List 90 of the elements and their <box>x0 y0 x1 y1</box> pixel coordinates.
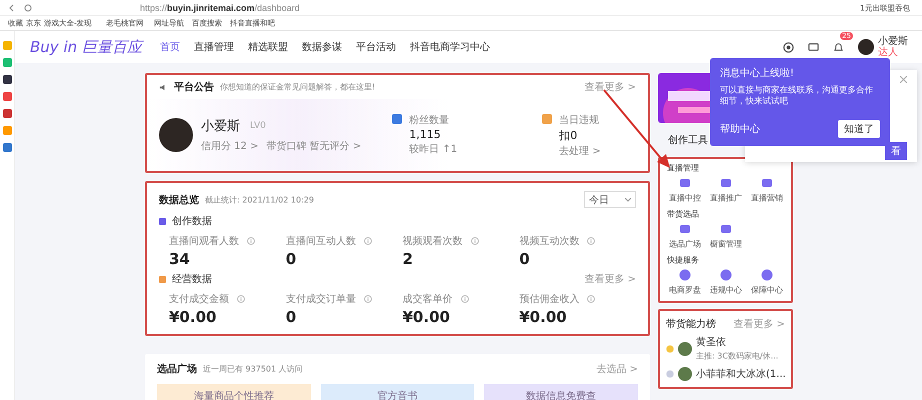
info-icon <box>237 295 245 303</box>
avatar <box>678 367 692 381</box>
updated-time: 截止统计: 2021/11/02 10:29 <box>205 194 314 206</box>
close-icon[interactable] <box>900 76 907 83</box>
section-title: 平台公告 <box>174 80 214 94</box>
metric-value: ¥0.00 <box>519 308 568 326</box>
chevron-icon <box>625 198 631 202</box>
nav-tab[interactable]: 精选联盟 <box>248 40 288 54</box>
info-icon <box>364 237 372 245</box>
avatar <box>678 342 692 356</box>
metric-value: 34 <box>169 250 191 268</box>
info-icon <box>470 237 478 245</box>
view-button[interactable]: 看 <box>885 142 907 160</box>
creator-name: 小菲菲和大冰冰(1... <box>696 368 786 381</box>
tool-icon <box>678 223 690 235</box>
bell-icon[interactable] <box>833 42 844 52</box>
tool-icon <box>720 269 732 281</box>
section-title: 数据总览 <box>159 194 199 206</box>
announcement-text: 你想知道的保证金常见问题解答，都在这里! <box>220 82 376 93</box>
metric-value: 0 <box>286 308 298 326</box>
metric-label: 视频互动次数 <box>519 234 580 248</box>
group-title: 创作数据 <box>172 215 212 228</box>
group-title: 快捷服务 <box>666 255 700 266</box>
info-icon <box>364 295 372 303</box>
tool-icon <box>678 177 690 189</box>
avatar <box>858 39 874 55</box>
popup-text: 可以直接与商家在线联系，沟通更多合作细节，快来试试吧 <box>720 85 874 108</box>
stat-value: 1,115 <box>409 128 442 140</box>
tool-icon <box>678 269 690 281</box>
tool-icon <box>760 269 772 281</box>
nav-tab[interactable]: 抖音电商学习中心 <box>410 40 490 54</box>
tool-link[interactable]: 橱窗管理 <box>710 238 742 250</box>
info-icon <box>247 237 255 245</box>
info-icon <box>587 237 596 245</box>
group-title: 带货选品 <box>666 209 700 220</box>
got-it-button[interactable]: 知道了 <box>838 120 880 138</box>
message-icon[interactable] <box>808 42 819 52</box>
popup-title: 消息中心上线啦! <box>720 66 796 80</box>
tool-link[interactable]: 保障中心 <box>750 284 782 296</box>
metric-value: 0 <box>286 250 298 268</box>
tool-link[interactable]: 违规中心 <box>710 284 742 296</box>
nav-tab[interactable]: 直播管理 <box>194 40 234 54</box>
metric-label: 支付成交订单量 <box>286 292 356 306</box>
logo: Buy in 巨量百应 <box>30 38 145 56</box>
metric-label: 支付成交金额 <box>169 292 229 306</box>
nav-tab[interactable]: 首页 <box>160 40 180 54</box>
stat-value: 扣0 <box>559 128 578 142</box>
nav-tab[interactable]: 平台活动 <box>356 40 396 54</box>
visit-count: 近一周已有 937501 人访问 <box>203 364 303 375</box>
user-name: 小爱斯 <box>878 36 908 47</box>
metric-label: 成交客单价 <box>402 292 452 306</box>
promo-card[interactable]: 官方音书 <box>320 384 474 400</box>
stat-label: 当日违规 <box>559 114 600 126</box>
back-icon[interactable] <box>8 4 16 12</box>
group-title: 经营数据 <box>172 272 212 286</box>
avatar <box>159 118 193 152</box>
section-title: 创作工具 <box>667 134 709 148</box>
tool-icon <box>720 177 732 189</box>
metric-value: 2 <box>402 250 414 268</box>
tool-link[interactable]: 直播推广 <box>710 192 742 204</box>
creator-name: 黄圣依 <box>696 336 727 349</box>
metric-value: ¥0.00 <box>402 308 451 326</box>
profile-name: 小爱斯 <box>201 118 240 135</box>
address-bar[interactable]: https://buyin.jinritemai.com/dashboard <box>140 2 300 12</box>
tool-link[interactable]: 选品广场 <box>668 238 700 250</box>
tool-link[interactable]: 电商罗盘 <box>668 284 700 296</box>
metric-label: 预估佣金收入 <box>519 292 580 306</box>
metric-value: ¥0.00 <box>169 308 218 326</box>
stat-label: 粉丝数量 <box>409 114 450 126</box>
settings-icon[interactable] <box>783 42 794 52</box>
section-title: 选品广场 <box>157 362 197 376</box>
metric-label: 直播间观看人数 <box>169 234 239 248</box>
tool-icon <box>760 177 772 189</box>
tool-icon <box>720 223 732 235</box>
stat-sub: 较昨日 ↑1 <box>409 142 458 156</box>
level-label: LV0 <box>250 121 266 131</box>
tool-link[interactable]: 直播营销 <box>750 192 782 204</box>
creator-desc: 主推: 3C数码家电/休... <box>696 350 778 362</box>
tool-link[interactable]: 直播中控 <box>668 192 700 204</box>
stat-sub: 去处理 > <box>559 144 601 158</box>
metric-label: 直播间互动人数 <box>286 234 356 248</box>
info-icon <box>587 295 596 303</box>
section-title: 带货能力榜 <box>666 318 716 331</box>
period-select[interactable]: 今日 <box>584 191 636 208</box>
user-role-label: 达人 <box>878 47 899 58</box>
metric-value: 0 <box>519 250 531 268</box>
metric-label: 视频观看次数 <box>402 234 462 248</box>
help-link[interactable]: 帮助中心 <box>720 122 760 136</box>
info-icon <box>460 295 468 303</box>
nav-tab[interactable]: 数据参谋 <box>302 40 342 54</box>
